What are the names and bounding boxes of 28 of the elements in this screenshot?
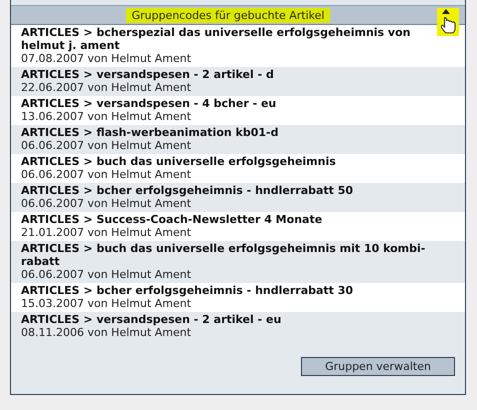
list-row[interactable]: ARTICLES > Success-Coach-Newsletter 4 Monate 21.01.2007 von Helmut Ament bbox=[11, 212, 465, 241]
item-meta: 15.03.2007 von Helmut Ament bbox=[21, 297, 192, 310]
item-meta: 07.08.2007 von Helmut Ament bbox=[21, 52, 192, 65]
item-meta: 06.06.2007 von Helmut Ament bbox=[21, 139, 192, 152]
item-meta: 06.06.2007 von Helmut Ament bbox=[21, 197, 192, 210]
item-meta: 06.06.2007 von Helmut Ament bbox=[21, 168, 192, 181]
item-title: ARTICLES > versandspesen - 2 artikel - d bbox=[21, 68, 275, 81]
manage-groups-button[interactable]: Gruppen verwalten bbox=[301, 357, 455, 376]
item-title: ARTICLES > bcher erfolgsgeheimnis - hndlerrabatt 50 bbox=[21, 184, 354, 197]
item-meta: 21.01.2007 von Helmut Ament bbox=[21, 226, 192, 239]
list-row[interactable]: ARTICLES > bcherspezial das universelle erfolgsgeheimnis von helmut j. ament 07.08.2007 von Helmut Ament bbox=[11, 25, 465, 67]
list-row[interactable]: ARTICLES > buch das universelle erfolgsgeheimnis 06.06.2007 von Helmut Ament bbox=[11, 154, 465, 183]
list-row[interactable]: ARTICLES > bcher erfolgsgeheimnis - hndlerrabatt 30 15.03.2007 von Helmut Ament bbox=[11, 283, 465, 312]
panel-title: Gruppencodes für gebuchte Artikel bbox=[126, 8, 330, 22]
item-meta: 13.06.2007 von Helmut Ament bbox=[21, 110, 192, 123]
item-title: ARTICLES > buch das universelle erfolgsgeheimnis bbox=[21, 155, 337, 168]
item-meta: 08.11.2006 von Helmut Ament bbox=[21, 326, 192, 339]
item-title: ARTICLES > bcherspezial das universelle erfolgsgeheimnis von helmut j. ament bbox=[21, 26, 412, 52]
item-title: ARTICLES > buch das universelle erfolgsgeheimnis mit 10 kombi-rabatt bbox=[21, 242, 426, 268]
item-title: ARTICLES > Success-Coach-Newsletter 4 Monate bbox=[21, 213, 324, 226]
list-row[interactable]: ARTICLES > versandspesen - 4 bcher - eu 13.06.2007 von Helmut Ament bbox=[11, 96, 465, 125]
item-title: ARTICLES > versandspesen - 4 bcher - eu bbox=[21, 97, 278, 110]
item-title: ARTICLES > flash-werbeanimation kb01-d bbox=[21, 126, 280, 139]
collapse-icon[interactable] bbox=[437, 8, 459, 36]
item-title: ARTICLES > versandspesen - 2 artikel - eu bbox=[21, 313, 282, 326]
item-title: ARTICLES > bcher erfolgsgeheimnis - hndlerrabatt 30 bbox=[21, 284, 354, 297]
item-meta: 06.06.2007 von Helmut Ament bbox=[21, 268, 192, 281]
item-meta: 22.06.2007 von Helmut Ament bbox=[21, 81, 192, 94]
